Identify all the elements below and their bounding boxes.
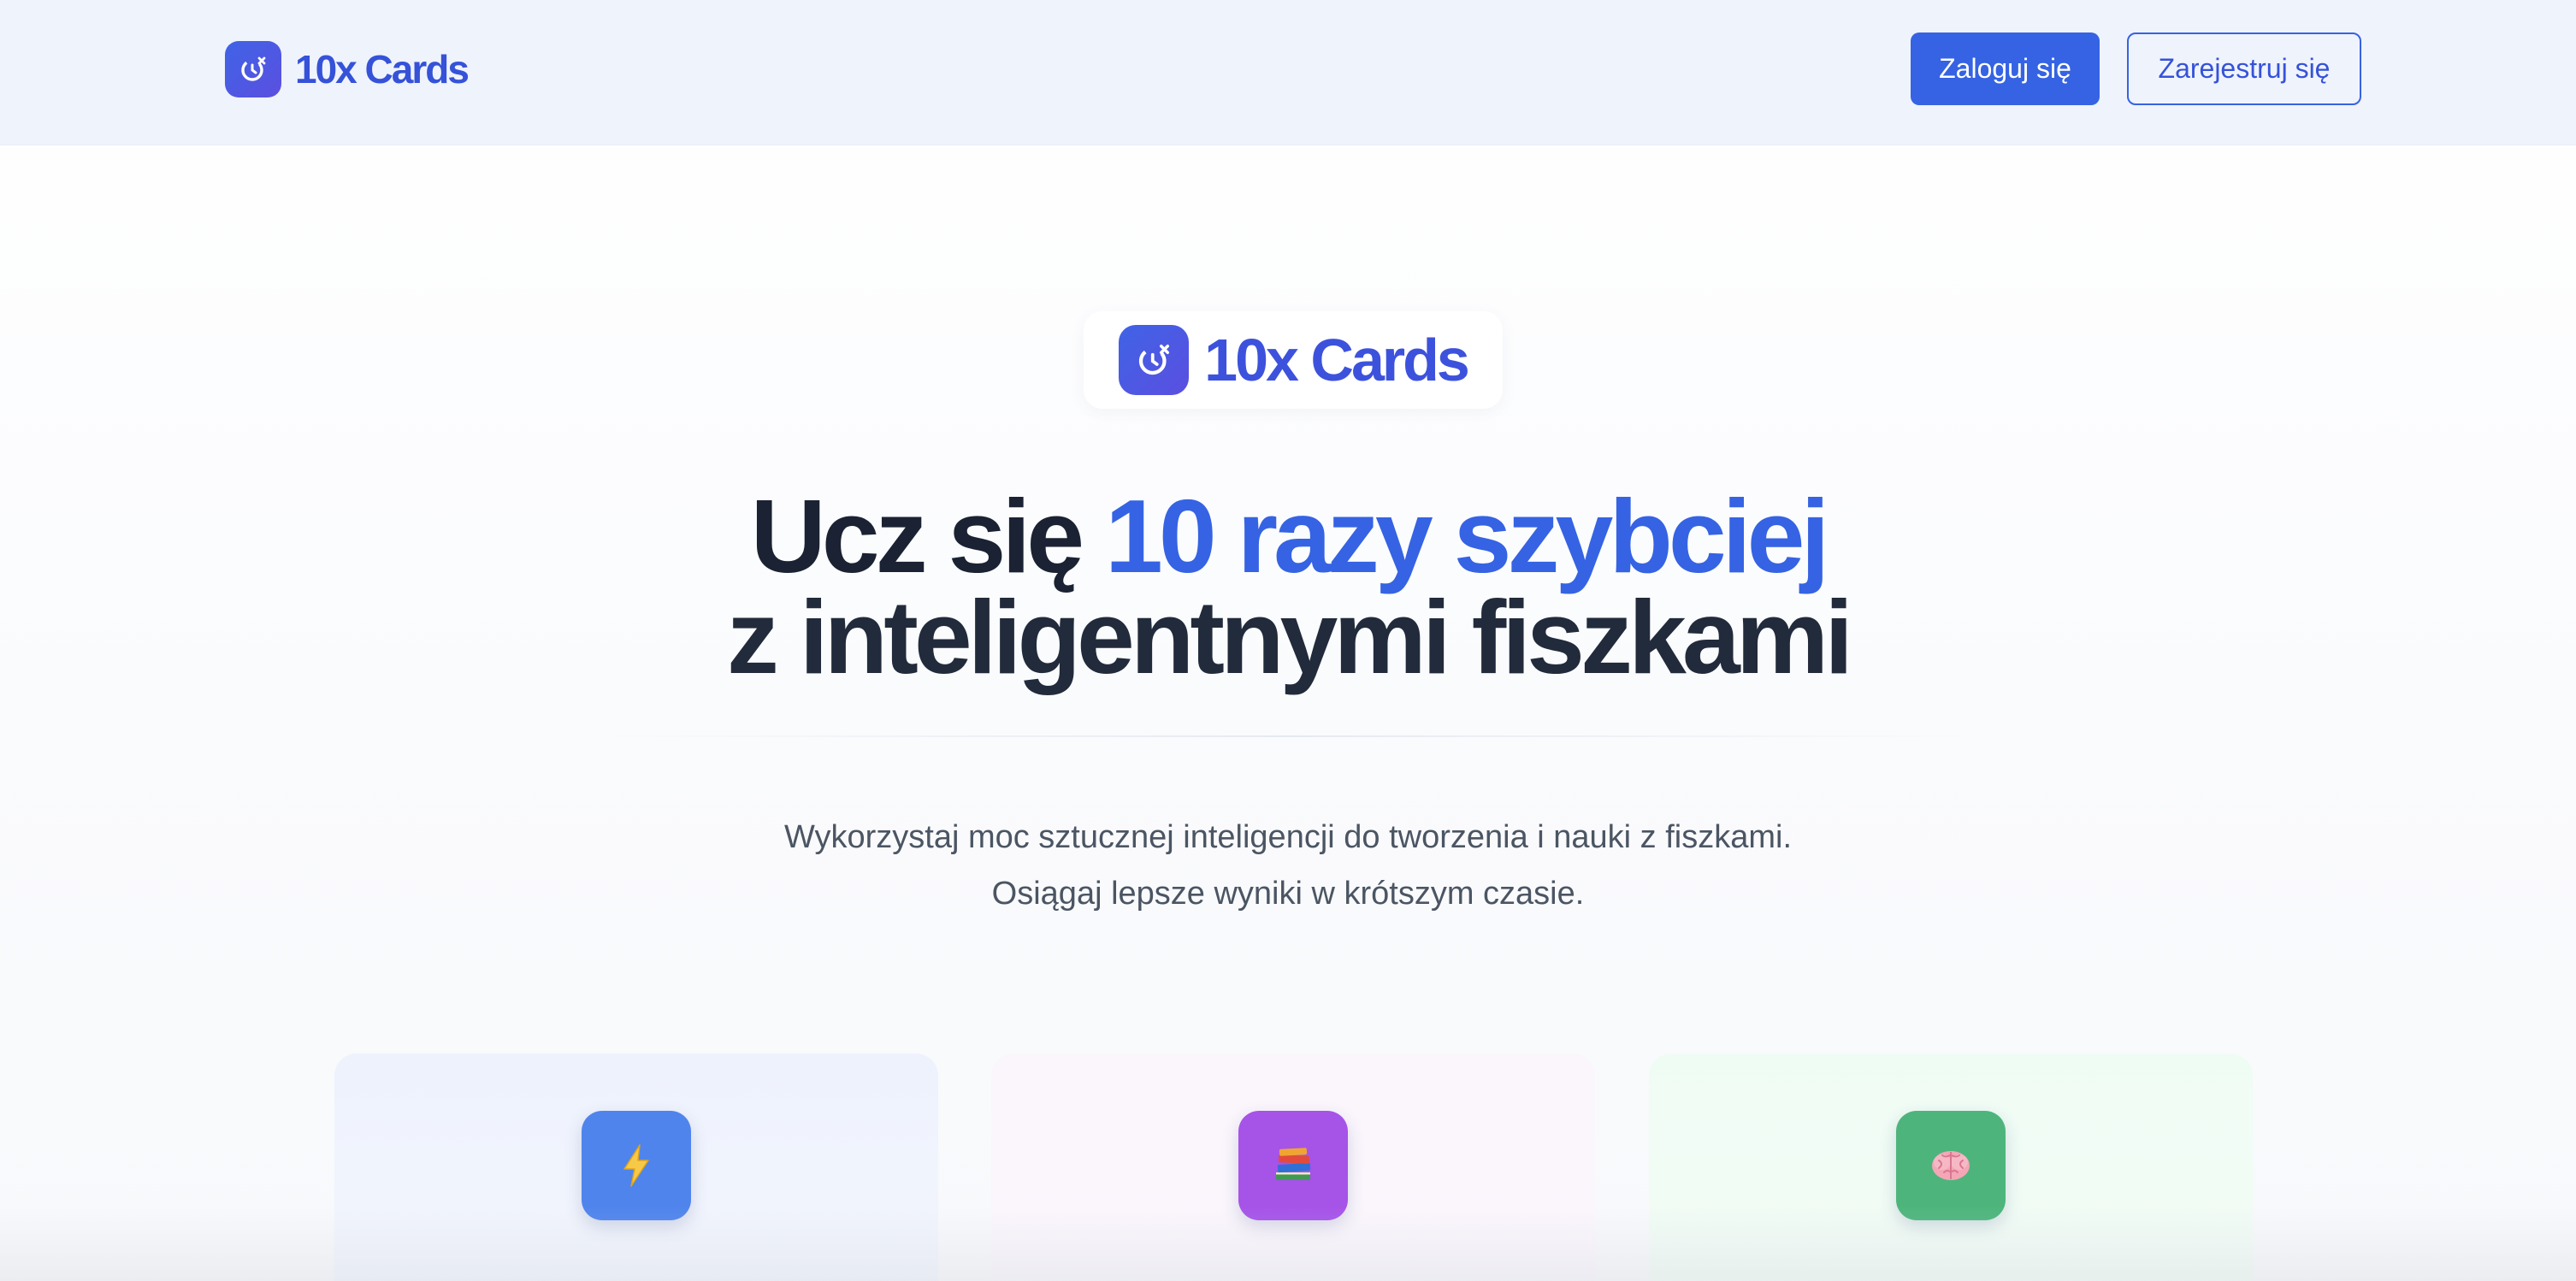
headline-accent: 10 razy szybciej — [1104, 478, 1829, 594]
feature-card-memory — [1649, 1054, 2253, 1281]
landing-page: 10x Cards Zaloguj się Zarejestruj się 10… — [0, 0, 2576, 1281]
headline-divider — [599, 735, 1977, 737]
logo-icon — [1119, 325, 1190, 395]
brand-logo-link[interactable]: 10x Cards — [225, 41, 470, 97]
brand-name: 10x Cards — [295, 47, 470, 92]
hero-brand-name: 10x Cards — [1204, 327, 1470, 393]
lightning-icon — [582, 1111, 691, 1220]
headline-line2: z inteligentnymi fiszkami — [726, 579, 1853, 695]
login-button[interactable]: Zaloguj się — [1911, 32, 2100, 105]
hero-headline: Ucz się 10 razy szybciej z inteligentnym… — [0, 484, 2576, 689]
books-icon — [1238, 1111, 1348, 1220]
subtitle-line2: Osiągaj lepsze wyniki w krótszym czasie. — [991, 876, 1585, 912]
hero-subtitle: Wykorzystaj moc sztucznej inteligencji d… — [0, 809, 2576, 922]
subtitle-line1: Wykorzystaj moc sztucznej inteligencji d… — [783, 819, 1793, 855]
feature-card-library — [991, 1054, 1595, 1281]
register-button[interactable]: Zarejestruj się — [2127, 32, 2361, 105]
headline-part1: Ucz się — [750, 478, 1105, 594]
feature-card-speed — [334, 1054, 938, 1281]
brain-icon — [1896, 1111, 2006, 1220]
hero-logo-badge: 10x Cards — [1084, 311, 1503, 409]
top-header: 10x Cards Zaloguj się Zarejestruj się — [0, 0, 2576, 145]
logo-icon — [225, 41, 281, 97]
